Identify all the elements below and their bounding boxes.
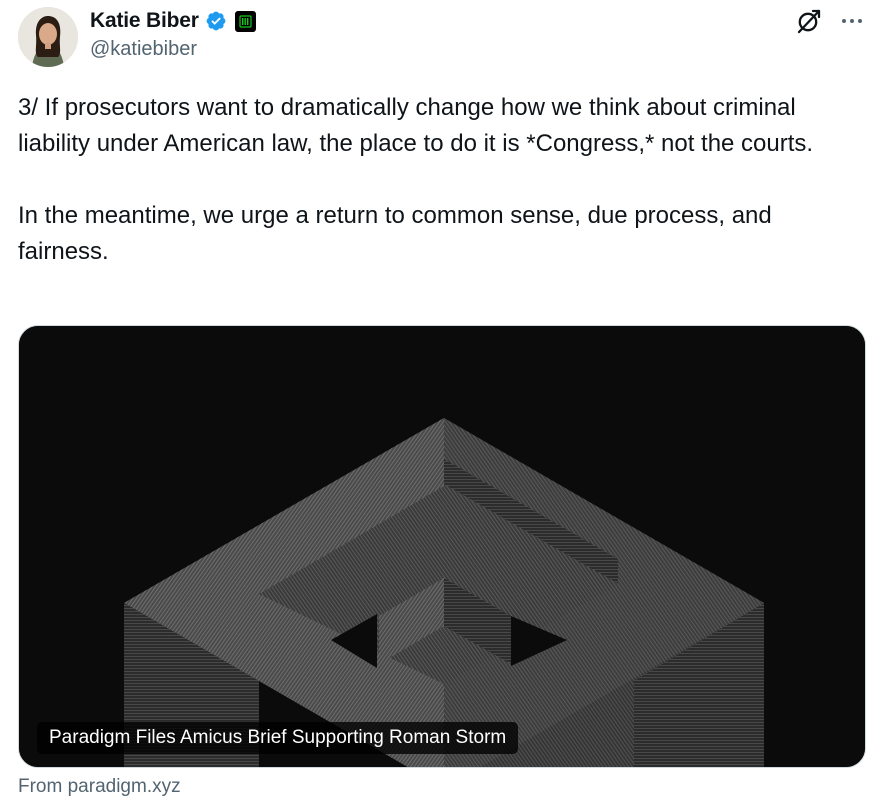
avatar-image [18,7,78,67]
avatar[interactable] [18,7,78,67]
affiliate-badge-icon[interactable] [234,10,256,32]
user-handle[interactable]: @katiebiber [90,38,256,61]
card-source-link[interactable]: From paradigm.xyz [18,776,181,798]
name-row: Katie Biber [90,7,256,35]
tweet-actions [796,8,864,34]
tweet-paragraph-2: In the meantime, we urge a return to com… [18,202,772,265]
display-name[interactable]: Katie Biber [90,9,199,33]
verified-badge-icon[interactable] [205,10,227,32]
grok-icon[interactable] [796,8,822,34]
tweet-text: 3/ If prosecutors want to dramatically c… [18,90,868,270]
card-image [19,326,865,767]
card-title[interactable]: Paradigm Files Amicus Brief Supporting R… [37,722,519,754]
author-block: Katie Biber @katiebiber [90,7,256,67]
more-options-icon[interactable] [840,9,864,33]
tweet-paragraph-1: 3/ If prosecutors want to dramatically c… [18,94,814,157]
link-card[interactable]: Paradigm Files Amicus Brief Supporting R… [18,325,866,768]
